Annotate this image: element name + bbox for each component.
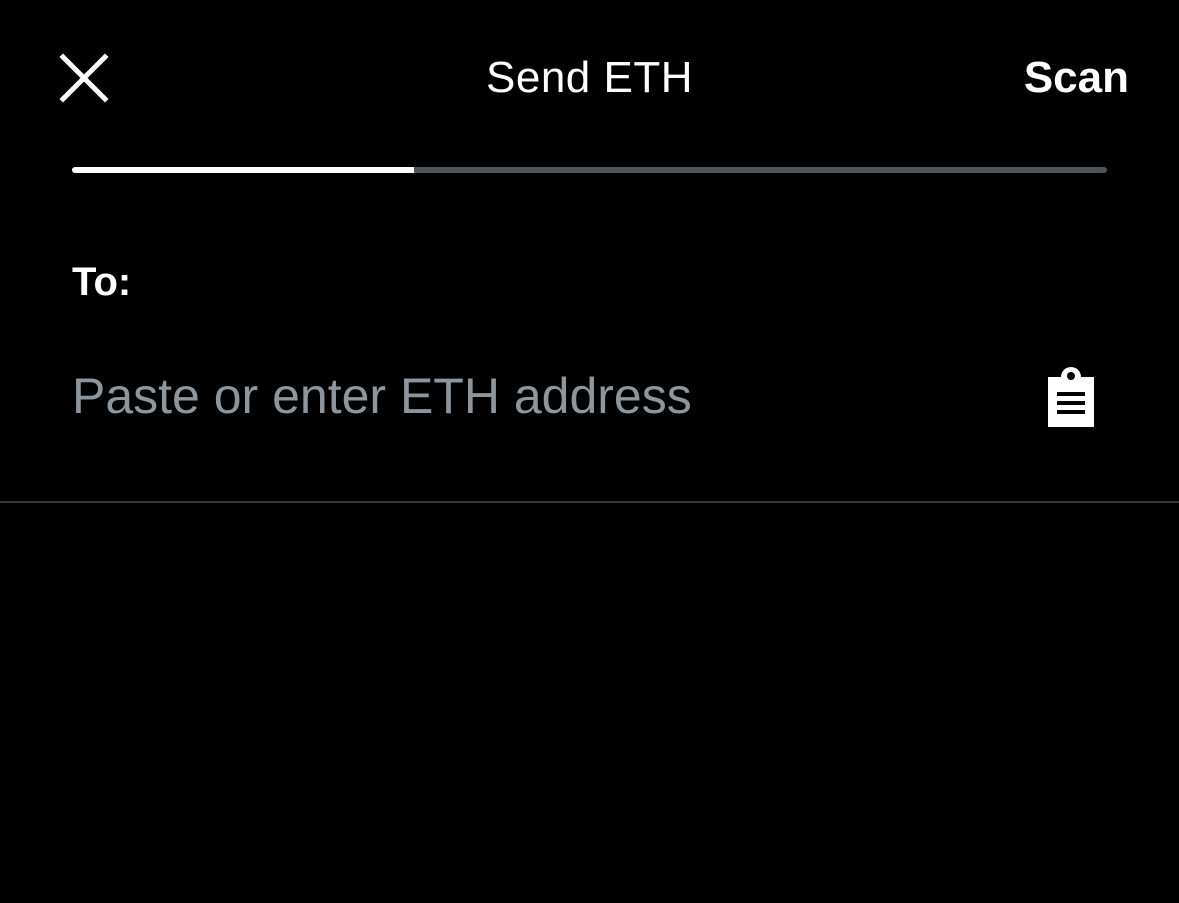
paste-button[interactable] bbox=[1046, 366, 1096, 428]
recipient-address-input[interactable] bbox=[72, 364, 1012, 428]
scan-button[interactable]: Scan bbox=[1024, 52, 1129, 104]
send-eth-screen: Send ETH Scan To: bbox=[0, 0, 1179, 903]
step-progress-fill bbox=[72, 167, 414, 173]
header: Send ETH Scan bbox=[0, 0, 1179, 160]
page-title: Send ETH bbox=[486, 53, 693, 102]
divider bbox=[0, 501, 1179, 503]
step-progress-bar bbox=[72, 167, 1107, 173]
recipient-label: To: bbox=[72, 260, 132, 304]
clipboard-icon bbox=[1048, 367, 1094, 427]
